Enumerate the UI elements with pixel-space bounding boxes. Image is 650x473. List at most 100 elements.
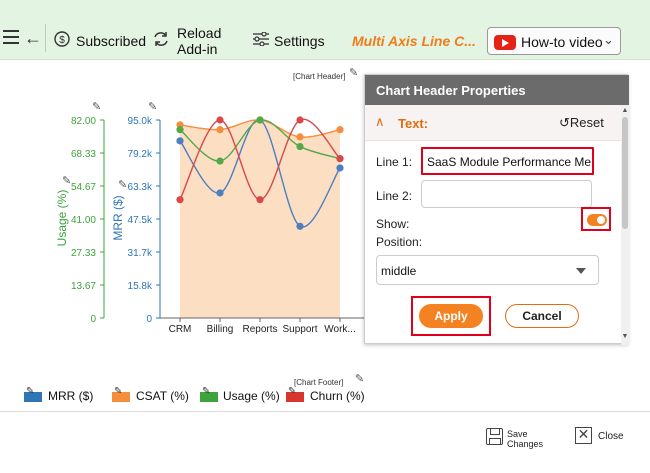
scroll-down-icon[interactable]: ▼ <box>621 333 629 340</box>
bottom-bar: Save Changes ✕ Close <box>0 411 650 473</box>
scroll-thumb[interactable] <box>622 117 628 229</box>
data-point <box>176 196 184 204</box>
chart-header-placeholder[interactable]: [Chart Header] <box>293 72 345 81</box>
usage-tick-label: 68.33 <box>71 149 96 160</box>
save-changes-label: Save Changes <box>507 429 543 449</box>
save-disk-icon <box>486 428 503 445</box>
back-arrow-icon[interactable]: ← <box>24 29 42 47</box>
save-label-line2: Changes <box>507 439 544 449</box>
legend-pencil-icon[interactable]: ✎ <box>288 386 296 397</box>
legend-swatch[interactable]: ✎ <box>24 386 42 402</box>
category-label: Support <box>282 324 317 335</box>
howto-video-dropdown[interactable]: How-to video ⌄ <box>487 27 621 55</box>
settings-sliders-icon[interactable] <box>252 32 270 46</box>
data-point <box>216 157 224 165</box>
reset-icon: ↺ <box>559 115 570 130</box>
mrr-axis-title: MRR ($) <box>111 195 125 240</box>
panel-scrollbar[interactable]: ▲ ▼ <box>621 105 629 345</box>
chevron-up-icon[interactable]: ∧ <box>375 114 385 130</box>
usage-tick-label: 13.67 <box>71 281 96 292</box>
data-point <box>336 164 344 172</box>
mrr-tick-label: 47.5k <box>128 215 153 226</box>
close-label: Close <box>598 431 624 442</box>
legend-label: CSAT (%) <box>136 389 189 403</box>
howto-video-label: How-to video <box>521 34 603 50</box>
toolbar: ← $ Subscribed Reload Add-in Settings Mu… <box>0 0 650 60</box>
hamburger-menu-icon[interactable] <box>3 30 19 44</box>
data-point <box>296 142 304 151</box>
legend-pencil-icon[interactable]: ✎ <box>26 386 34 397</box>
edit-mrr-axis-pencil-icon[interactable]: ✎ <box>148 100 157 113</box>
data-point <box>256 196 264 204</box>
data-point <box>336 155 344 163</box>
line1-label: Line 1: <box>376 155 413 169</box>
legend-swatch[interactable]: ✎ <box>200 386 218 402</box>
data-point <box>336 126 344 134</box>
line2-label: Line 2: <box>376 189 413 203</box>
settings-button[interactable]: Settings <box>274 33 325 49</box>
legend-pencil-icon[interactable]: ✎ <box>114 386 122 397</box>
youtube-play-icon <box>494 35 516 50</box>
data-point <box>176 137 184 145</box>
usage-tick-label: 0 <box>90 314 96 325</box>
text-section-header[interactable]: ∧ Text: ↺Reset <box>365 105 621 141</box>
app-title: Multi Axis Line C... <box>352 33 476 49</box>
usage-tick-label: 54.67 <box>71 182 96 193</box>
caret-down-icon <box>576 268 586 274</box>
category-label: CRM <box>169 324 192 335</box>
close-icon: ✕ <box>575 427 592 444</box>
apply-button[interactable]: Apply <box>419 304 483 328</box>
text-section-label: Text: <box>398 116 429 131</box>
edit-usage-axis-pencil-icon[interactable]: ✎ <box>92 100 101 113</box>
reload-icon[interactable] <box>152 30 170 48</box>
csat-area-fill <box>180 119 340 318</box>
mrr-tick-label: 63.3k <box>128 182 153 193</box>
legend-label: Usage (%) <box>223 389 280 403</box>
line1-input[interactable]: SaaS Module Performance Me <box>421 147 594 175</box>
category-label: Reports <box>242 324 277 335</box>
subscribed-dollar-icon[interactable]: $ <box>54 31 70 47</box>
reset-label: Reset <box>569 115 604 130</box>
usage-tick-label: 82.00 <box>71 116 96 127</box>
legend-label: Churn (%) <box>310 389 365 403</box>
legend-pencil-icon[interactable]: ✎ <box>202 386 210 397</box>
apply-button-highlight: Apply <box>411 296 491 336</box>
save-label-line1: Save <box>507 429 528 439</box>
legend-swatch[interactable]: ✎ <box>286 386 304 402</box>
app-root: ← $ Subscribed Reload Add-in Settings Mu… <box>0 0 650 473</box>
reset-button[interactable]: ↺Reset <box>559 115 604 131</box>
edit-chart-footer-pencil-icon[interactable]: ✎ <box>355 372 364 385</box>
edit-usage-title-pencil-icon[interactable]: ✎ <box>62 174 71 187</box>
data-point <box>296 133 304 141</box>
data-point <box>296 222 304 230</box>
legend-swatch[interactable]: ✎ <box>112 386 130 402</box>
usage-axis-title: Usage (%) <box>55 190 69 247</box>
edit-mrr-title-pencil-icon[interactable]: ✎ <box>118 178 127 191</box>
mrr-tick-label: 79.2k <box>128 149 153 160</box>
chart-header-properties-panel: Chart Header Properties ∧ Text: ↺Reset L… <box>364 74 629 345</box>
mrr-tick-label: 15.8k <box>128 281 153 292</box>
category-label: Billing <box>207 324 234 335</box>
cancel-button[interactable]: Cancel <box>505 304 579 328</box>
reload-addin-line1[interactable]: Reload <box>177 25 221 41</box>
toolbar-divider <box>45 24 46 52</box>
subscribed-button[interactable]: Subscribed <box>76 33 146 49</box>
data-point <box>176 126 184 134</box>
data-point <box>296 116 304 124</box>
panel-title: Chart Header Properties <box>365 75 629 105</box>
reload-addin-line2[interactable]: Add-in <box>177 41 217 57</box>
position-select-value: middle <box>381 264 417 278</box>
line2-input[interactable] <box>421 180 592 208</box>
svg-text:$: $ <box>59 35 65 46</box>
show-toggle-highlight <box>581 207 611 231</box>
usage-tick-label: 27.33 <box>71 248 96 259</box>
scroll-up-icon[interactable]: ▲ <box>621 107 629 114</box>
position-select[interactable]: middle <box>376 255 599 285</box>
show-label: Show: <box>376 217 410 231</box>
close-button[interactable]: ✕ Close <box>575 426 625 448</box>
show-toggle[interactable] <box>587 214 607 226</box>
data-point <box>216 189 224 197</box>
save-changes-button[interactable]: Save Changes <box>484 426 554 458</box>
chart-footer-placeholder[interactable]: [Chart Footer] <box>294 378 343 387</box>
edit-chart-header-pencil-icon[interactable]: ✎ <box>349 66 358 79</box>
